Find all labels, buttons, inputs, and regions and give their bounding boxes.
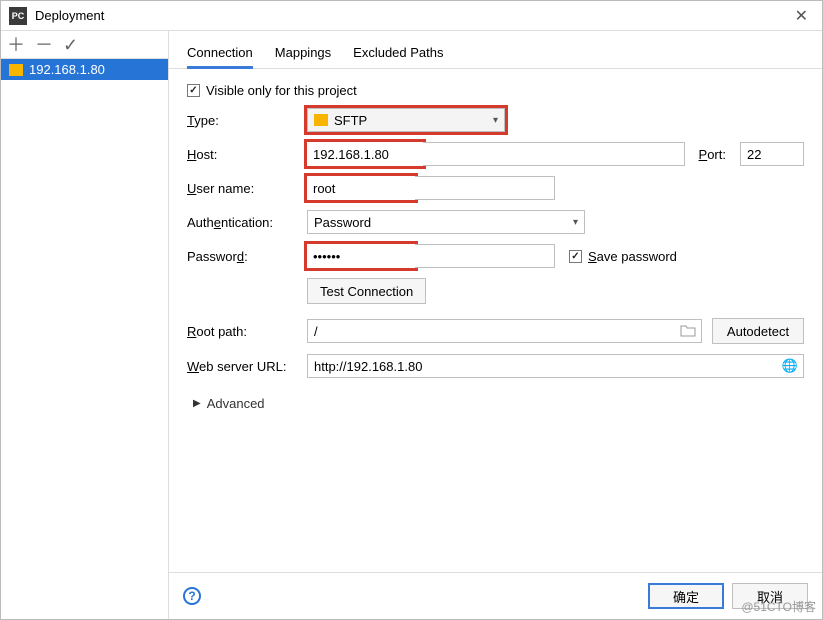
help-icon[interactable]: ? <box>183 587 201 605</box>
test-connection-button[interactable]: Test Connection <box>307 278 426 304</box>
password-field[interactable] <box>307 244 415 268</box>
auth-label: Authentication: <box>187 215 307 230</box>
watermark: @51CTO博客 <box>741 598 816 615</box>
tab-connection[interactable]: Connection <box>187 41 253 68</box>
dialog-body: ＋ － ✓ 192.168.1.80 Connection Mappings E… <box>1 31 822 619</box>
chevron-right-icon: ▶ <box>193 398 201 409</box>
save-password-checkbox[interactable]: Save password <box>569 249 677 264</box>
type-select[interactable]: SFTP ▾ <box>307 108 505 132</box>
tab-mappings[interactable]: Mappings <box>275 41 331 68</box>
set-default-icon[interactable]: ✓ <box>63 36 78 54</box>
type-value: SFTP <box>334 113 367 128</box>
window-title: Deployment <box>35 8 789 23</box>
connection-form: Visible only for this project TType:ype:… <box>169 69 822 572</box>
username-label: User name: <box>187 181 307 196</box>
server-list-panel: ＋ － ✓ 192.168.1.80 <box>1 31 169 619</box>
ok-button[interactable]: 确定 <box>648 583 724 609</box>
password-field-extra[interactable] <box>415 244 555 268</box>
chevron-down-icon: ▾ <box>493 115 498 126</box>
deployment-dialog: PC Deployment ✕ ＋ － ✓ 192.168.1.80 Conne… <box>0 0 823 620</box>
server-list-item-label: 192.168.1.80 <box>29 62 105 77</box>
tab-excluded-paths[interactable]: Excluded Paths <box>353 41 443 68</box>
sftp-icon <box>314 114 328 126</box>
port-field[interactable] <box>740 142 804 166</box>
password-label: Password: <box>187 249 307 264</box>
sftp-server-icon <box>9 64 23 76</box>
server-list-item[interactable]: 192.168.1.80 <box>1 59 168 80</box>
remove-server-icon[interactable]: － <box>35 36 53 54</box>
add-server-icon[interactable]: ＋ <box>7 36 25 54</box>
port-label: Port: <box>699 147 726 162</box>
username-field[interactable] <box>307 176 415 200</box>
web-url-field[interactable] <box>307 354 804 378</box>
host-label: Host: <box>187 147 307 162</box>
web-url-label: Web server URL: <box>187 359 307 374</box>
visible-only-label: Visible only for this project <box>206 83 357 98</box>
advanced-toggle[interactable]: ▶ Advanced <box>193 396 804 411</box>
chevron-down-icon: ▾ <box>573 217 578 228</box>
type-label: TType:ype: <box>187 113 307 128</box>
visible-only-checkbox[interactable]: Visible only for this project <box>187 83 357 98</box>
host-field[interactable] <box>307 142 423 166</box>
pycharm-icon: PC <box>9 7 27 25</box>
checkbox-icon <box>569 250 582 263</box>
advanced-label: Advanced <box>207 396 265 411</box>
root-path-field[interactable] <box>307 319 702 343</box>
auth-select[interactable]: Password ▾ <box>307 210 585 234</box>
save-password-label: Save password <box>588 249 677 264</box>
folder-icon[interactable] <box>680 323 696 339</box>
root-path-label: Root path: <box>187 324 307 339</box>
close-icon[interactable]: ✕ <box>789 6 814 26</box>
globe-icon[interactable]: 🌐 <box>782 358 798 374</box>
username-field-extra[interactable] <box>415 176 555 200</box>
autodetect-button[interactable]: Autodetect <box>712 318 804 344</box>
auth-value: Password <box>314 215 371 230</box>
server-list-toolbar: ＋ － ✓ <box>1 31 168 59</box>
server-settings-panel: Connection Mappings Excluded Paths Visib… <box>169 31 822 619</box>
dialog-footer: ? 确定 取消 <box>169 572 822 619</box>
host-field-extra[interactable] <box>423 142 685 166</box>
checkbox-icon <box>187 84 200 97</box>
tabs: Connection Mappings Excluded Paths <box>169 31 822 69</box>
title-bar: PC Deployment ✕ <box>1 1 822 31</box>
